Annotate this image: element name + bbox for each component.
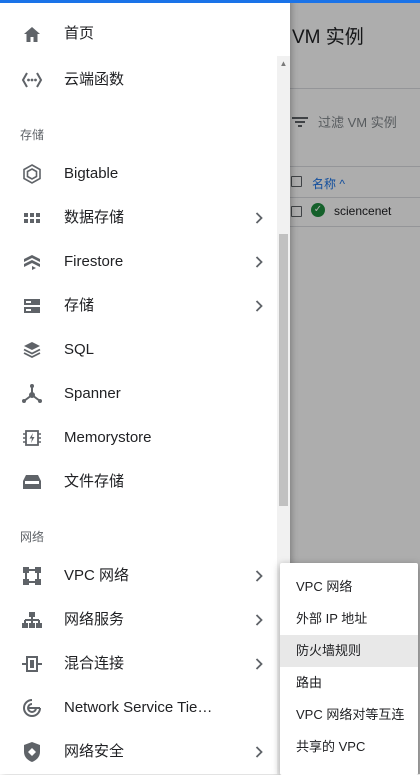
sidebar-item-label: 云端函数: [64, 71, 125, 88]
sidebar-item-filestore[interactable]: 文件存储: [0, 460, 275, 504]
sidebar-item-sql[interactable]: SQL: [0, 328, 275, 372]
chevron-right-icon: [255, 566, 267, 586]
bigtable-icon: [20, 164, 44, 184]
sidebar-item-label: 首页: [64, 25, 95, 42]
sidebar-item-label: Network Service Tie…: [64, 699, 213, 716]
vpc-network-icon: [20, 566, 44, 586]
storage-icon: [20, 296, 44, 316]
firestore-icon: [20, 252, 44, 272]
sidebar-item-firestore[interactable]: Firestore: [0, 240, 275, 284]
section-heading-storage: 存储: [20, 128, 45, 142]
section-heading-network: 网络: [20, 530, 45, 544]
submenu-item-vpc-network-peering[interactable]: VPC 网络对等互连: [280, 699, 418, 731]
hybrid-connectivity-icon: [20, 654, 44, 674]
chevron-right-icon: [255, 208, 267, 228]
sidebar-item-label: 文件存储: [64, 473, 125, 490]
home-icon: [20, 24, 44, 44]
sidebar-scrollbar-thumb[interactable]: [279, 234, 288, 506]
chevron-right-icon: [255, 654, 267, 674]
submenu-item-routes[interactable]: 路由: [280, 667, 418, 699]
spanner-icon: [20, 384, 44, 404]
sidebar-item-label: Memorystore: [64, 429, 152, 446]
sidebar-item-spanner[interactable]: Spanner: [0, 372, 275, 416]
network-service-tiers-icon: [20, 698, 44, 718]
sidebar-item-vpc-network[interactable]: VPC 网络: [0, 554, 275, 598]
sql-icon: [20, 340, 44, 360]
sidebar-item-label: Bigtable: [64, 165, 119, 182]
sidebar-item-network-services[interactable]: 网络服务: [0, 598, 275, 642]
chevron-right-icon: [255, 296, 267, 316]
submenu-item-firewall-rules[interactable]: 防火墙规则: [280, 635, 418, 667]
sidebar-item-hybrid-connectivity[interactable]: 混合连接: [0, 642, 275, 686]
chevron-right-icon: [255, 742, 267, 762]
sidebar-item-label: VPC 网络: [64, 567, 130, 584]
sidebar-item-label: SQL: [64, 341, 95, 358]
top-accent-strip: [0, 0, 420, 3]
scroll-up-arrow-icon[interactable]: ▲: [277, 56, 290, 72]
chevron-right-icon: [255, 610, 267, 630]
sidebar-item-network-service-tiers[interactable]: Network Service Tie…: [0, 686, 275, 730]
submenu-item-shared-vpc[interactable]: 共享的 VPC: [280, 731, 418, 763]
sidebar-item-label: 网络安全: [64, 743, 125, 760]
sidebar-item-label: 网络服务: [64, 611, 125, 628]
sidebar-item-cloud-functions[interactable]: 云端函数: [0, 58, 275, 102]
sidebar-item-network-security[interactable]: 网络安全: [0, 730, 275, 774]
sidebar-item-label: 混合连接: [64, 655, 125, 672]
sidebar-item-bigtable[interactable]: Bigtable: [0, 152, 275, 196]
sidebar-item-home[interactable]: 首页: [0, 12, 275, 56]
sidebar-item-label: Spanner: [64, 385, 121, 402]
datastore-icon: [20, 208, 44, 228]
vpc-network-submenu: VPC 网络 外部 IP 地址 防火墙规则 路由 VPC 网络对等互连 共享的 …: [280, 563, 418, 775]
sidebar-item-label: 存储: [64, 297, 95, 314]
submenu-item-external-ip-addresses[interactable]: 外部 IP 地址: [280, 603, 418, 635]
memorystore-icon: [20, 428, 44, 448]
network-security-icon: [20, 742, 44, 762]
chevron-right-icon: [255, 252, 267, 272]
sidebar-item-datastore[interactable]: 数据存储: [0, 196, 275, 240]
sidebar-item-storage[interactable]: 存储: [0, 284, 275, 328]
submenu-item-vpc-networks[interactable]: VPC 网络: [280, 571, 418, 603]
network-services-icon: [20, 610, 44, 630]
sidebar-item-label: 数据存储: [64, 209, 125, 226]
navigation-sidebar: 首页 云端函数 存储 Bigtable 数据存储 Firestore 存储 SQ…: [0, 0, 290, 774]
sidebar-item-label: Firestore: [64, 253, 124, 270]
sidebar-item-memorystore[interactable]: Memorystore: [0, 416, 275, 460]
cloud-functions-icon: [20, 70, 44, 90]
filestore-icon: [20, 472, 44, 492]
